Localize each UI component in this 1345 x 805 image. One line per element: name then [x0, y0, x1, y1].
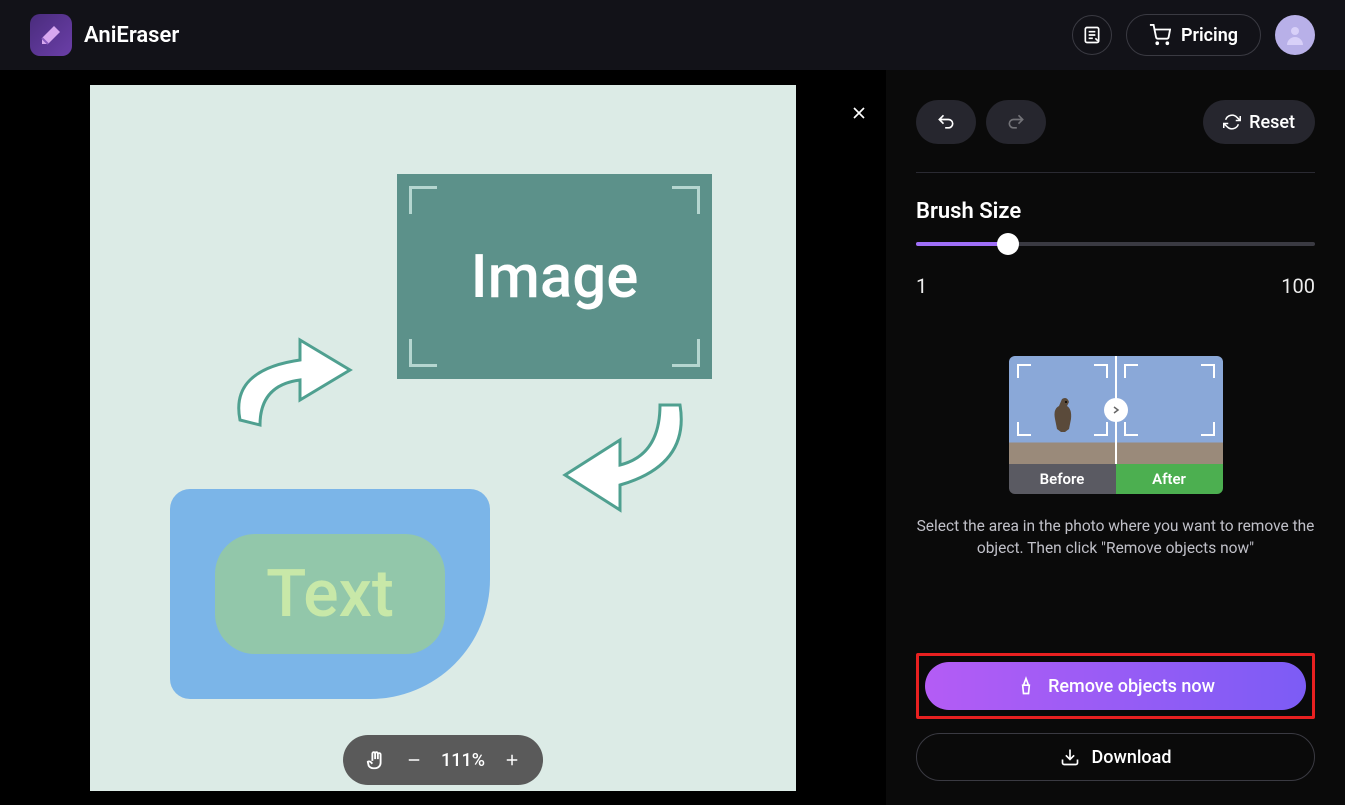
reset-button[interactable]: Reset [1203, 100, 1315, 144]
before-label: Before [1009, 464, 1116, 494]
bird-icon [1047, 394, 1077, 434]
brush-title: Brush Size [916, 199, 1315, 224]
notes-button[interactable] [1072, 15, 1112, 55]
hand-icon[interactable] [365, 749, 387, 771]
header-left: AniEraser [30, 14, 179, 56]
user-avatar[interactable] [1275, 15, 1315, 55]
pricing-label: Pricing [1181, 25, 1238, 46]
sidebar: Reset Brush Size 1 100 [886, 70, 1345, 805]
canvas-stage[interactable]: Image Text [90, 85, 796, 791]
undo-button[interactable] [916, 100, 976, 144]
download-button[interactable]: Download [916, 733, 1315, 781]
close-icon [849, 103, 869, 123]
refresh-icon [1223, 113, 1241, 131]
close-button[interactable] [844, 98, 874, 128]
text-card-label: Text [266, 556, 394, 633]
brush-slider[interactable] [916, 242, 1315, 246]
notes-icon [1082, 25, 1102, 45]
redo-button[interactable] [986, 100, 1046, 144]
reset-label: Reset [1249, 112, 1295, 133]
image-card-label: Image [471, 241, 639, 312]
cart-icon [1149, 24, 1171, 46]
slider-thumb[interactable] [997, 233, 1019, 255]
preview-before-half [1009, 356, 1116, 464]
preview-comparison[interactable] [1009, 356, 1223, 464]
brush-icon [1016, 676, 1036, 696]
preview-labels: Before After [1009, 464, 1223, 494]
header-right: Pricing [1072, 14, 1315, 56]
brush-max: 100 [1281, 274, 1315, 298]
user-icon [1283, 23, 1307, 47]
zoom-out-button[interactable] [405, 751, 423, 769]
remove-label: Remove objects now [1048, 676, 1215, 697]
image-card: Image [397, 174, 712, 379]
zoom-controls: 111% [343, 735, 543, 785]
chevron-right-icon [1111, 405, 1121, 415]
app-title: AniEraser [84, 23, 179, 48]
after-label: After [1116, 464, 1223, 494]
app-logo [30, 14, 72, 56]
preview-box: Before After [1009, 356, 1223, 494]
sidebar-top: Reset [916, 100, 1315, 173]
comparison-handle[interactable] [1104, 398, 1128, 422]
slider-fill [916, 242, 1008, 246]
undo-redo-group [916, 100, 1046, 144]
pricing-button[interactable]: Pricing [1126, 14, 1261, 56]
redo-icon [1006, 112, 1026, 132]
undo-icon [936, 112, 956, 132]
brush-section: Brush Size 1 100 [916, 199, 1315, 298]
download-label: Download [1092, 747, 1172, 768]
remove-highlight: Remove objects now [916, 653, 1315, 719]
text-card: Text [170, 489, 490, 699]
arrow-up-icon [220, 330, 380, 430]
preview-after-half [1116, 356, 1223, 464]
canvas-area: Image Text 111% [0, 70, 886, 805]
app-header: AniEraser Pricing [0, 0, 1345, 70]
arrow-down-icon [540, 395, 700, 525]
slider-labels: 1 100 [916, 274, 1315, 298]
zoom-level: 111% [441, 750, 485, 771]
remove-objects-button[interactable]: Remove objects now [925, 662, 1306, 710]
eraser-icon [39, 23, 63, 47]
brush-min: 1 [916, 274, 927, 298]
zoom-in-button[interactable] [503, 751, 521, 769]
download-icon [1060, 747, 1080, 767]
help-text: Select the area in the photo where you w… [916, 516, 1315, 559]
main-area: Image Text 111% [0, 70, 1345, 805]
